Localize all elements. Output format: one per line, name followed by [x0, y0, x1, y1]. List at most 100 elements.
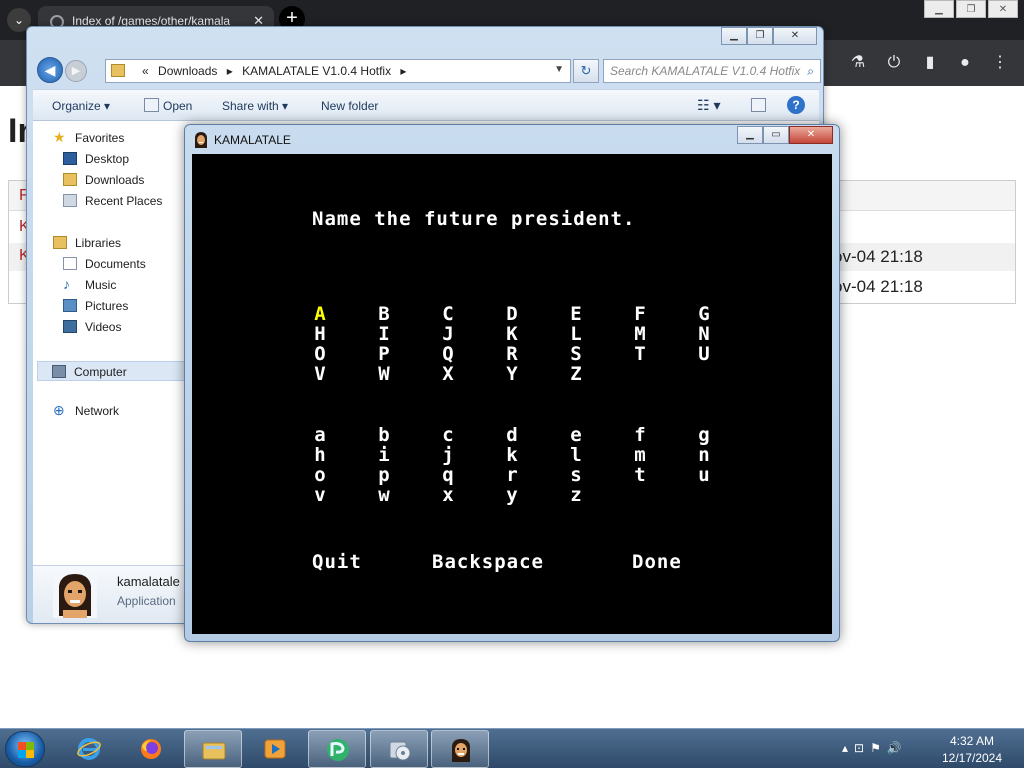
letter-lower-l[interactable]: l: [564, 445, 588, 465]
nav-music[interactable]: Music: [85, 278, 116, 292]
nav-computer[interactable]: Computer: [74, 365, 127, 379]
letter-lower-f[interactable]: f: [628, 425, 652, 445]
flag-icon[interactable]: ⚑: [870, 741, 881, 755]
letter-lower-m[interactable]: m: [628, 445, 652, 465]
letter-lower-d[interactable]: d: [500, 425, 524, 445]
taskbar-file-explorer[interactable]: [184, 730, 242, 768]
letter-upper-s[interactable]: S: [564, 344, 588, 364]
nav-recent-places[interactable]: Recent Places: [85, 194, 162, 208]
taskbar-kamalatale[interactable]: [431, 730, 489, 768]
breadcrumb-downloads[interactable]: Downloads: [158, 64, 217, 78]
help-icon[interactable]: ?: [787, 96, 805, 114]
refresh-button[interactable]: ↻: [573, 59, 599, 83]
letter-upper-f[interactable]: F: [628, 304, 652, 324]
letter-lower-e[interactable]: e: [564, 425, 588, 445]
volume-icon[interactable]: 🔊: [887, 741, 902, 755]
profile-icon[interactable]: ●: [955, 53, 975, 73]
maximize-button[interactable]: ❐: [747, 27, 773, 45]
letter-lower-v[interactable]: v: [308, 485, 332, 505]
address-dropdown-icon[interactable]: ▼: [554, 64, 564, 75]
letter-lower-y[interactable]: y: [500, 485, 524, 505]
maximize-button[interactable]: ❐: [956, 0, 986, 18]
clock-time[interactable]: 4:32 AM: [930, 734, 1014, 748]
letter-upper-r[interactable]: R: [500, 344, 524, 364]
letter-upper-i[interactable]: I: [372, 324, 396, 344]
open-button[interactable]: Open: [163, 99, 192, 113]
letter-lower-c[interactable]: c: [436, 425, 460, 445]
done-button[interactable]: Done: [632, 551, 682, 573]
quit-button[interactable]: Quit: [312, 551, 362, 573]
letter-lower-p[interactable]: p: [372, 465, 396, 485]
letter-lower-a[interactable]: a: [308, 425, 332, 445]
letter-lower-x[interactable]: x: [436, 485, 460, 505]
letter-lower-r[interactable]: r: [500, 465, 524, 485]
letter-lower-n[interactable]: n: [692, 445, 716, 465]
new-folder-button[interactable]: New folder: [321, 99, 378, 113]
letter-upper-m[interactable]: M: [628, 324, 652, 344]
letter-upper-a[interactable]: A: [308, 304, 332, 324]
letter-upper-j[interactable]: J: [436, 324, 460, 344]
nav-network[interactable]: Network: [75, 404, 119, 418]
letter-lower-b[interactable]: b: [372, 425, 396, 445]
breadcrumb-separator[interactable]: ▸: [227, 64, 233, 78]
letter-lower-u[interactable]: u: [692, 465, 716, 485]
nav-documents[interactable]: Documents: [85, 257, 146, 271]
letter-upper-k[interactable]: K: [500, 324, 524, 344]
letter-lower-j[interactable]: j: [436, 445, 460, 465]
breadcrumb-current[interactable]: KAMALATALE V1.0.4 Hotfix: [242, 64, 391, 78]
letter-upper-y[interactable]: Y: [500, 364, 524, 384]
flask-icon[interactable]: ⚗: [848, 53, 868, 73]
letter-lower-h[interactable]: h: [308, 445, 332, 465]
letter-upper-w[interactable]: W: [372, 364, 396, 384]
letter-upper-u[interactable]: U: [692, 344, 716, 364]
nav-videos[interactable]: Videos: [85, 320, 121, 334]
address-bar[interactable]: « Downloads ▸ KAMALATALE V1.0.4 Hotfix ▸…: [105, 59, 571, 83]
minimize-button[interactable]: ▁: [721, 27, 747, 45]
view-options-icon[interactable]: ☷ ▾: [697, 97, 720, 114]
nav-downloads[interactable]: Downloads: [85, 173, 144, 187]
letter-upper-t[interactable]: T: [628, 344, 652, 364]
maximize-button[interactable]: ▭: [763, 126, 789, 144]
back-button[interactable]: ◀: [37, 57, 63, 83]
taskbar-installer[interactable]: [370, 730, 428, 768]
power-icon[interactable]: ⏻: [884, 53, 904, 73]
letter-lower-i[interactable]: i: [372, 445, 396, 465]
minimize-button[interactable]: ▁: [737, 126, 763, 144]
letter-lower-q[interactable]: q: [436, 465, 460, 485]
forward-button[interactable]: ▶: [65, 60, 87, 82]
letter-upper-z[interactable]: Z: [564, 364, 588, 384]
letter-lower-z[interactable]: z: [564, 485, 588, 505]
show-hidden-icons[interactable]: ▴: [842, 741, 848, 755]
letter-lower-g[interactable]: g: [692, 425, 716, 445]
letter-upper-q[interactable]: Q: [436, 344, 460, 364]
letter-upper-p[interactable]: P: [372, 344, 396, 364]
letter-lower-t[interactable]: t: [628, 465, 652, 485]
nav-pictures[interactable]: Pictures: [85, 299, 128, 313]
letter-upper-v[interactable]: V: [308, 364, 332, 384]
start-button[interactable]: [5, 731, 45, 767]
letter-upper-h[interactable]: H: [308, 324, 332, 344]
close-button[interactable]: ✕: [988, 0, 1018, 18]
nav-desktop[interactable]: Desktop: [85, 152, 129, 166]
search-input[interactable]: Search KAMALATALE V1.0.4 Hotfix ⌕: [603, 59, 821, 83]
letter-upper-x[interactable]: X: [436, 364, 460, 384]
game-screen[interactable]: Name the future president. A B C D E F G H I J K L M…: [192, 154, 832, 634]
close-button[interactable]: ✕: [773, 27, 817, 45]
taskbar-internet-explorer[interactable]: [60, 730, 118, 768]
clock-date[interactable]: 12/17/2024: [930, 751, 1014, 765]
letter-lower-o[interactable]: o: [308, 465, 332, 485]
taskbar-media-player[interactable]: [246, 730, 304, 768]
letter-lower-w[interactable]: w: [372, 485, 396, 505]
organize-button[interactable]: Organize ▾: [52, 99, 110, 113]
letter-upper-d[interactable]: D: [500, 304, 524, 324]
nav-computer-row[interactable]: Computer: [37, 361, 187, 381]
minimize-button[interactable]: ▁: [924, 0, 954, 18]
letter-upper-b[interactable]: B: [372, 304, 396, 324]
taskbar-green-app[interactable]: [308, 730, 366, 768]
nav-libraries[interactable]: Libraries: [75, 236, 121, 250]
breadcrumb-separator[interactable]: ▸: [400, 64, 406, 78]
letter-lower-k[interactable]: k: [500, 445, 524, 465]
taskbar-firefox[interactable]: [122, 730, 180, 768]
search-icon[interactable]: ⌕: [807, 64, 814, 79]
letter-upper-g[interactable]: G: [692, 304, 716, 324]
